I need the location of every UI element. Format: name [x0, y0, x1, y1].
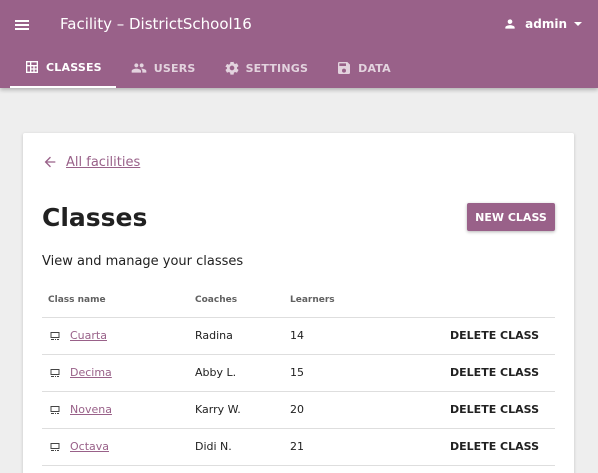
- tab-users[interactable]: USERS: [116, 48, 210, 88]
- coach-name: Karry W.: [195, 403, 241, 416]
- table-row: Cuarta Radina 14 DELETE CLASS: [42, 318, 555, 355]
- class-icon: [50, 369, 60, 377]
- learner-count: 21: [290, 440, 304, 453]
- classes-table: Class name Coaches Learners Cuarta Radin…: [42, 291, 555, 466]
- new-class-button[interactable]: NEW CLASS: [467, 203, 555, 231]
- table-header: Class name Coaches Learners: [42, 291, 555, 318]
- delete-class-button[interactable]: DELETE CLASS: [450, 366, 539, 380]
- classes-icon: [26, 61, 38, 73]
- user-menu[interactable]: admin: [503, 14, 582, 34]
- column-header-class-name: Class name: [48, 295, 106, 305]
- tab-settings[interactable]: SETTINGS: [210, 48, 323, 88]
- class-icon: [50, 332, 60, 340]
- column-header-learners: Learners: [290, 295, 335, 305]
- gear-icon: [225, 61, 239, 75]
- back-link[interactable]: All facilities: [42, 154, 140, 170]
- delete-class-button[interactable]: DELETE CLASS: [450, 403, 539, 417]
- username: admin: [525, 17, 567, 31]
- table-row: Decima Abby L. 15 DELETE CLASS: [42, 355, 555, 392]
- coach-name: Abby L.: [195, 366, 237, 379]
- delete-class-button[interactable]: DELETE CLASS: [450, 440, 539, 454]
- chevron-down-icon: [574, 22, 582, 26]
- person-icon: [505, 19, 515, 29]
- tab-label: CLASSES: [46, 60, 102, 74]
- coach-name: Radina: [195, 329, 233, 342]
- back-link-label: All facilities: [66, 154, 141, 170]
- coach-name: Didi N.: [195, 440, 232, 453]
- delete-class-button[interactable]: DELETE CLASS: [450, 329, 539, 343]
- users-icon: [131, 63, 147, 73]
- class-name-link[interactable]: Cuarta: [70, 329, 107, 343]
- page-subtitle: View and manage your classes: [42, 254, 244, 269]
- tab-label: SETTINGS: [245, 61, 309, 75]
- tab-classes[interactable]: CLASSES: [10, 48, 116, 88]
- menu-icon[interactable]: [10, 13, 34, 37]
- column-header-coaches: Coaches: [195, 295, 238, 305]
- class-name-link[interactable]: Novena: [70, 403, 112, 417]
- page-title: Classes: [42, 203, 148, 232]
- learner-count: 14: [290, 329, 304, 342]
- tab-label: DATA: [358, 61, 391, 75]
- tab-data[interactable]: DATA: [322, 48, 405, 88]
- table-row: Novena Karry W. 20 DELETE CLASS: [42, 392, 555, 429]
- class-name-link[interactable]: Decima: [70, 366, 112, 380]
- app-bar: Facility – DistrictSchool16 admin CLASSE…: [0, 0, 598, 88]
- table-row: Octava Didi N. 21 DELETE CLASS: [42, 429, 555, 466]
- app-title: Facility – DistrictSchool16: [60, 15, 252, 33]
- learner-count: 15: [290, 366, 304, 379]
- arrow-back-icon: [44, 156, 56, 168]
- tab-bar: CLASSES USERS SETTINGS DATA: [10, 48, 405, 88]
- classes-card: All facilities Classes NEW CLASS View an…: [23, 133, 574, 473]
- tab-label: USERS: [153, 61, 196, 75]
- class-name-link[interactable]: Octava: [70, 440, 109, 454]
- class-icon: [50, 443, 60, 451]
- save-icon: [338, 62, 351, 74]
- learner-count: 20: [290, 403, 304, 416]
- class-icon: [50, 406, 60, 414]
